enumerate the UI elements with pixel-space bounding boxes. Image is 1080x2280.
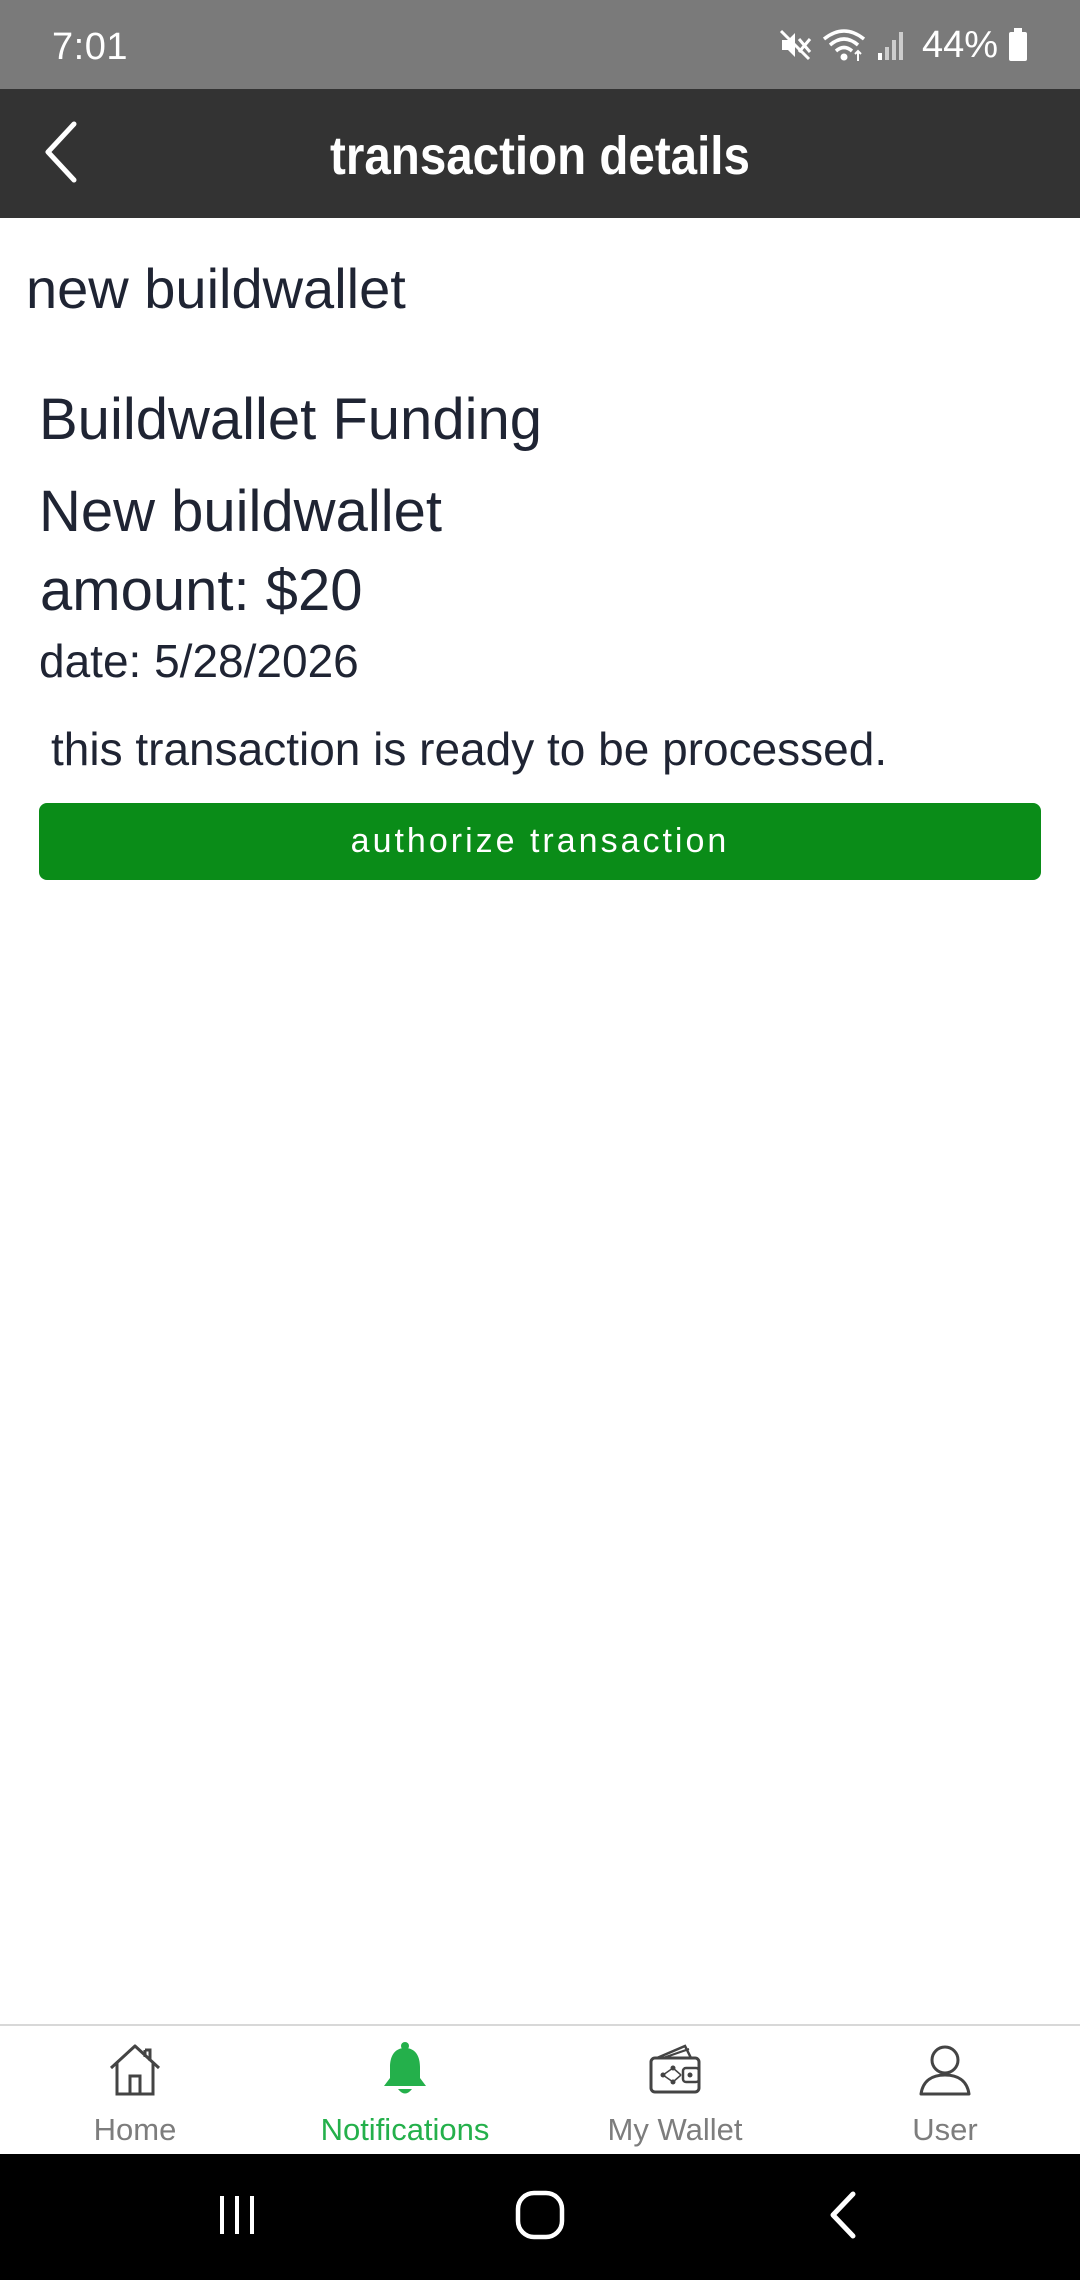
back-chevron-icon: [823, 2188, 863, 2247]
authorize-transaction-button[interactable]: authorize transaction: [39, 803, 1041, 880]
recent-apps-button[interactable]: [202, 2182, 272, 2252]
status-bar: 7:01 44%: [0, 0, 1080, 89]
system-navigation-bar: [0, 2154, 1080, 2280]
wifi-icon: [822, 27, 866, 63]
transaction-status-message: this transaction is ready to be processe…: [51, 723, 888, 775]
transaction-date: date: 5/28/2026: [39, 635, 359, 687]
signal-icon: [876, 29, 906, 61]
nav-item-notifications[interactable]: Notifications: [270, 2026, 540, 2154]
wallet-icon: [645, 2040, 705, 2100]
status-time: 7:01: [52, 26, 128, 68]
transaction-type: Buildwallet Funding: [39, 387, 542, 452]
bell-icon: [375, 2040, 435, 2100]
app-header: transaction details: [0, 89, 1080, 218]
nav-label-user: User: [912, 2112, 978, 2147]
transaction-amount: amount: $20: [40, 558, 363, 623]
bottom-nav: Home Notifications My Wallet User: [0, 2024, 1080, 2154]
nav-label-home: Home: [93, 2112, 177, 2147]
page-title: transaction details: [330, 126, 750, 186]
nav-item-home[interactable]: Home: [0, 2026, 270, 2154]
section-title: new buildwallet: [26, 257, 406, 320]
home-circle-icon: [513, 2188, 567, 2247]
battery-percent: 44%: [921, 24, 998, 66]
nav-item-user[interactable]: User: [810, 2026, 1080, 2154]
home-system-button[interactable]: [505, 2182, 575, 2252]
wallet-name: New buildwallet: [39, 479, 442, 544]
nav-label-my-wallet: My Wallet: [607, 2112, 743, 2147]
recent-apps-icon: [212, 2190, 262, 2245]
home-icon: [105, 2040, 165, 2100]
nav-label-notifications: Notifications: [320, 2112, 490, 2147]
battery-icon: [1008, 28, 1028, 62]
back-system-button[interactable]: [808, 2182, 878, 2252]
user-icon: [915, 2040, 975, 2100]
nav-item-my-wallet[interactable]: My Wallet: [540, 2026, 810, 2154]
mute-icon: [778, 28, 812, 62]
status-icons: 44%: [778, 24, 1028, 66]
